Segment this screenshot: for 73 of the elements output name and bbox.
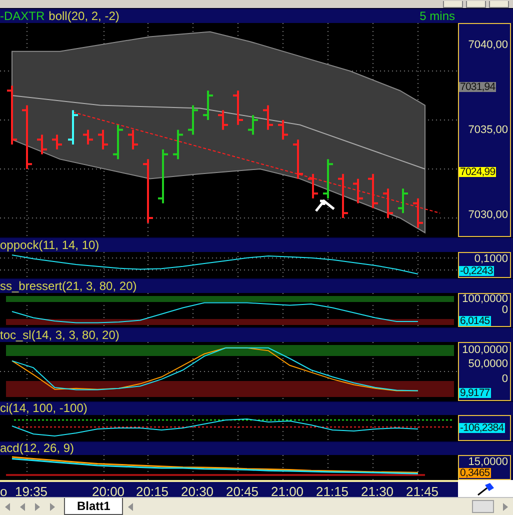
price-bar — [83, 130, 93, 144]
time-label: 21:00 — [271, 484, 304, 499]
left-arrow-icon — [3, 502, 12, 512]
time-label: 21:30 — [361, 484, 394, 499]
value-badge: -106,2384 — [459, 422, 505, 433]
price-bar — [323, 159, 333, 198]
time-label: 21:15 — [316, 484, 349, 499]
time-label: 20:45 — [226, 484, 259, 499]
indicator-label: ss_bressert(21, 3, 80, 20) — [0, 278, 137, 293]
value-badge: 6,0145 — [459, 316, 491, 326]
axis-label: 7040,00 — [468, 40, 509, 50]
time-label: 19:35 — [15, 484, 48, 499]
symbol-label: -DAXTR — [0, 8, 45, 23]
axis-label: 100,0000 — [462, 294, 509, 304]
price-bar — [98, 130, 108, 150]
axis-label: 0 — [502, 304, 509, 315]
price-bar — [233, 90, 243, 125]
price-bar — [413, 198, 423, 228]
value-badge: 9,9177 — [459, 388, 491, 398]
axis-label: 0 — [502, 374, 509, 384]
axis-label: 100,0000 — [462, 345, 509, 355]
price-bar — [293, 139, 303, 179]
interval-label: 5 mins — [420, 8, 455, 23]
price-bar — [143, 159, 153, 223]
time-label: 20:30 — [181, 484, 214, 499]
price-bar — [188, 105, 198, 135]
price-bar — [308, 174, 318, 198]
value-badge: -0,2243 — [459, 266, 494, 276]
price-bar — [173, 130, 183, 160]
axis-label: 50,0000 — [468, 359, 509, 370]
right-arrow-icon — [48, 502, 57, 512]
axis-label: 7030,00 — [468, 210, 509, 220]
price-bar — [383, 188, 393, 218]
price-bar — [7, 86, 17, 144]
price-badge: 7024,99 — [459, 167, 496, 178]
price-bar — [278, 120, 288, 140]
price-bar — [128, 130, 138, 150]
right-arrow-icon — [501, 502, 510, 512]
axis-label: 15,0000 — [468, 456, 509, 467]
price-bar — [368, 174, 378, 208]
price-bar — [338, 174, 348, 218]
indicator-label: ci(14, 100, -100) — [0, 401, 88, 416]
time-label: o — [0, 484, 8, 499]
axis-label: 7035,00 — [468, 124, 509, 135]
indicator-label: oppock(11, 14, 10) — [0, 238, 100, 252]
time-label: 21:45 — [406, 484, 439, 499]
time-label: 20:00 — [92, 484, 125, 499]
price-bar — [68, 110, 78, 144]
left-arrow-icon — [126, 502, 136, 512]
price-bar — [398, 188, 408, 213]
price-bar — [37, 134, 47, 154]
price-bar — [218, 110, 228, 130]
price-bar — [353, 178, 363, 204]
price-bar — [263, 105, 273, 130]
price-bar — [113, 124, 123, 160]
price-bar — [248, 114, 258, 135]
axis-label: 0,1000 — [474, 254, 509, 264]
indicator-label: boll(20, 2, -2) — [48, 8, 120, 23]
price-badge: 7031,94 — [459, 82, 496, 92]
time-label: 20:15 — [136, 484, 169, 499]
indicator-label: acd(12, 26, 9) — [0, 441, 74, 456]
pin-icon — [476, 482, 494, 496]
scroll-thumb[interactable] — [472, 500, 494, 513]
arrow-icon — [314, 199, 336, 212]
left-arrow-icon — [18, 502, 27, 512]
price-bar — [203, 90, 213, 120]
price-bar — [22, 105, 32, 169]
sheet-tab[interactable]: Blatt1 — [64, 498, 124, 515]
right-arrow-icon — [33, 502, 42, 512]
price-bar — [52, 134, 62, 150]
price-bar — [158, 149, 168, 204]
indicator-label: toc_sl(14, 3, 3, 80, 20) — [0, 328, 120, 342]
value-badge: 0,3465 — [459, 468, 491, 478]
